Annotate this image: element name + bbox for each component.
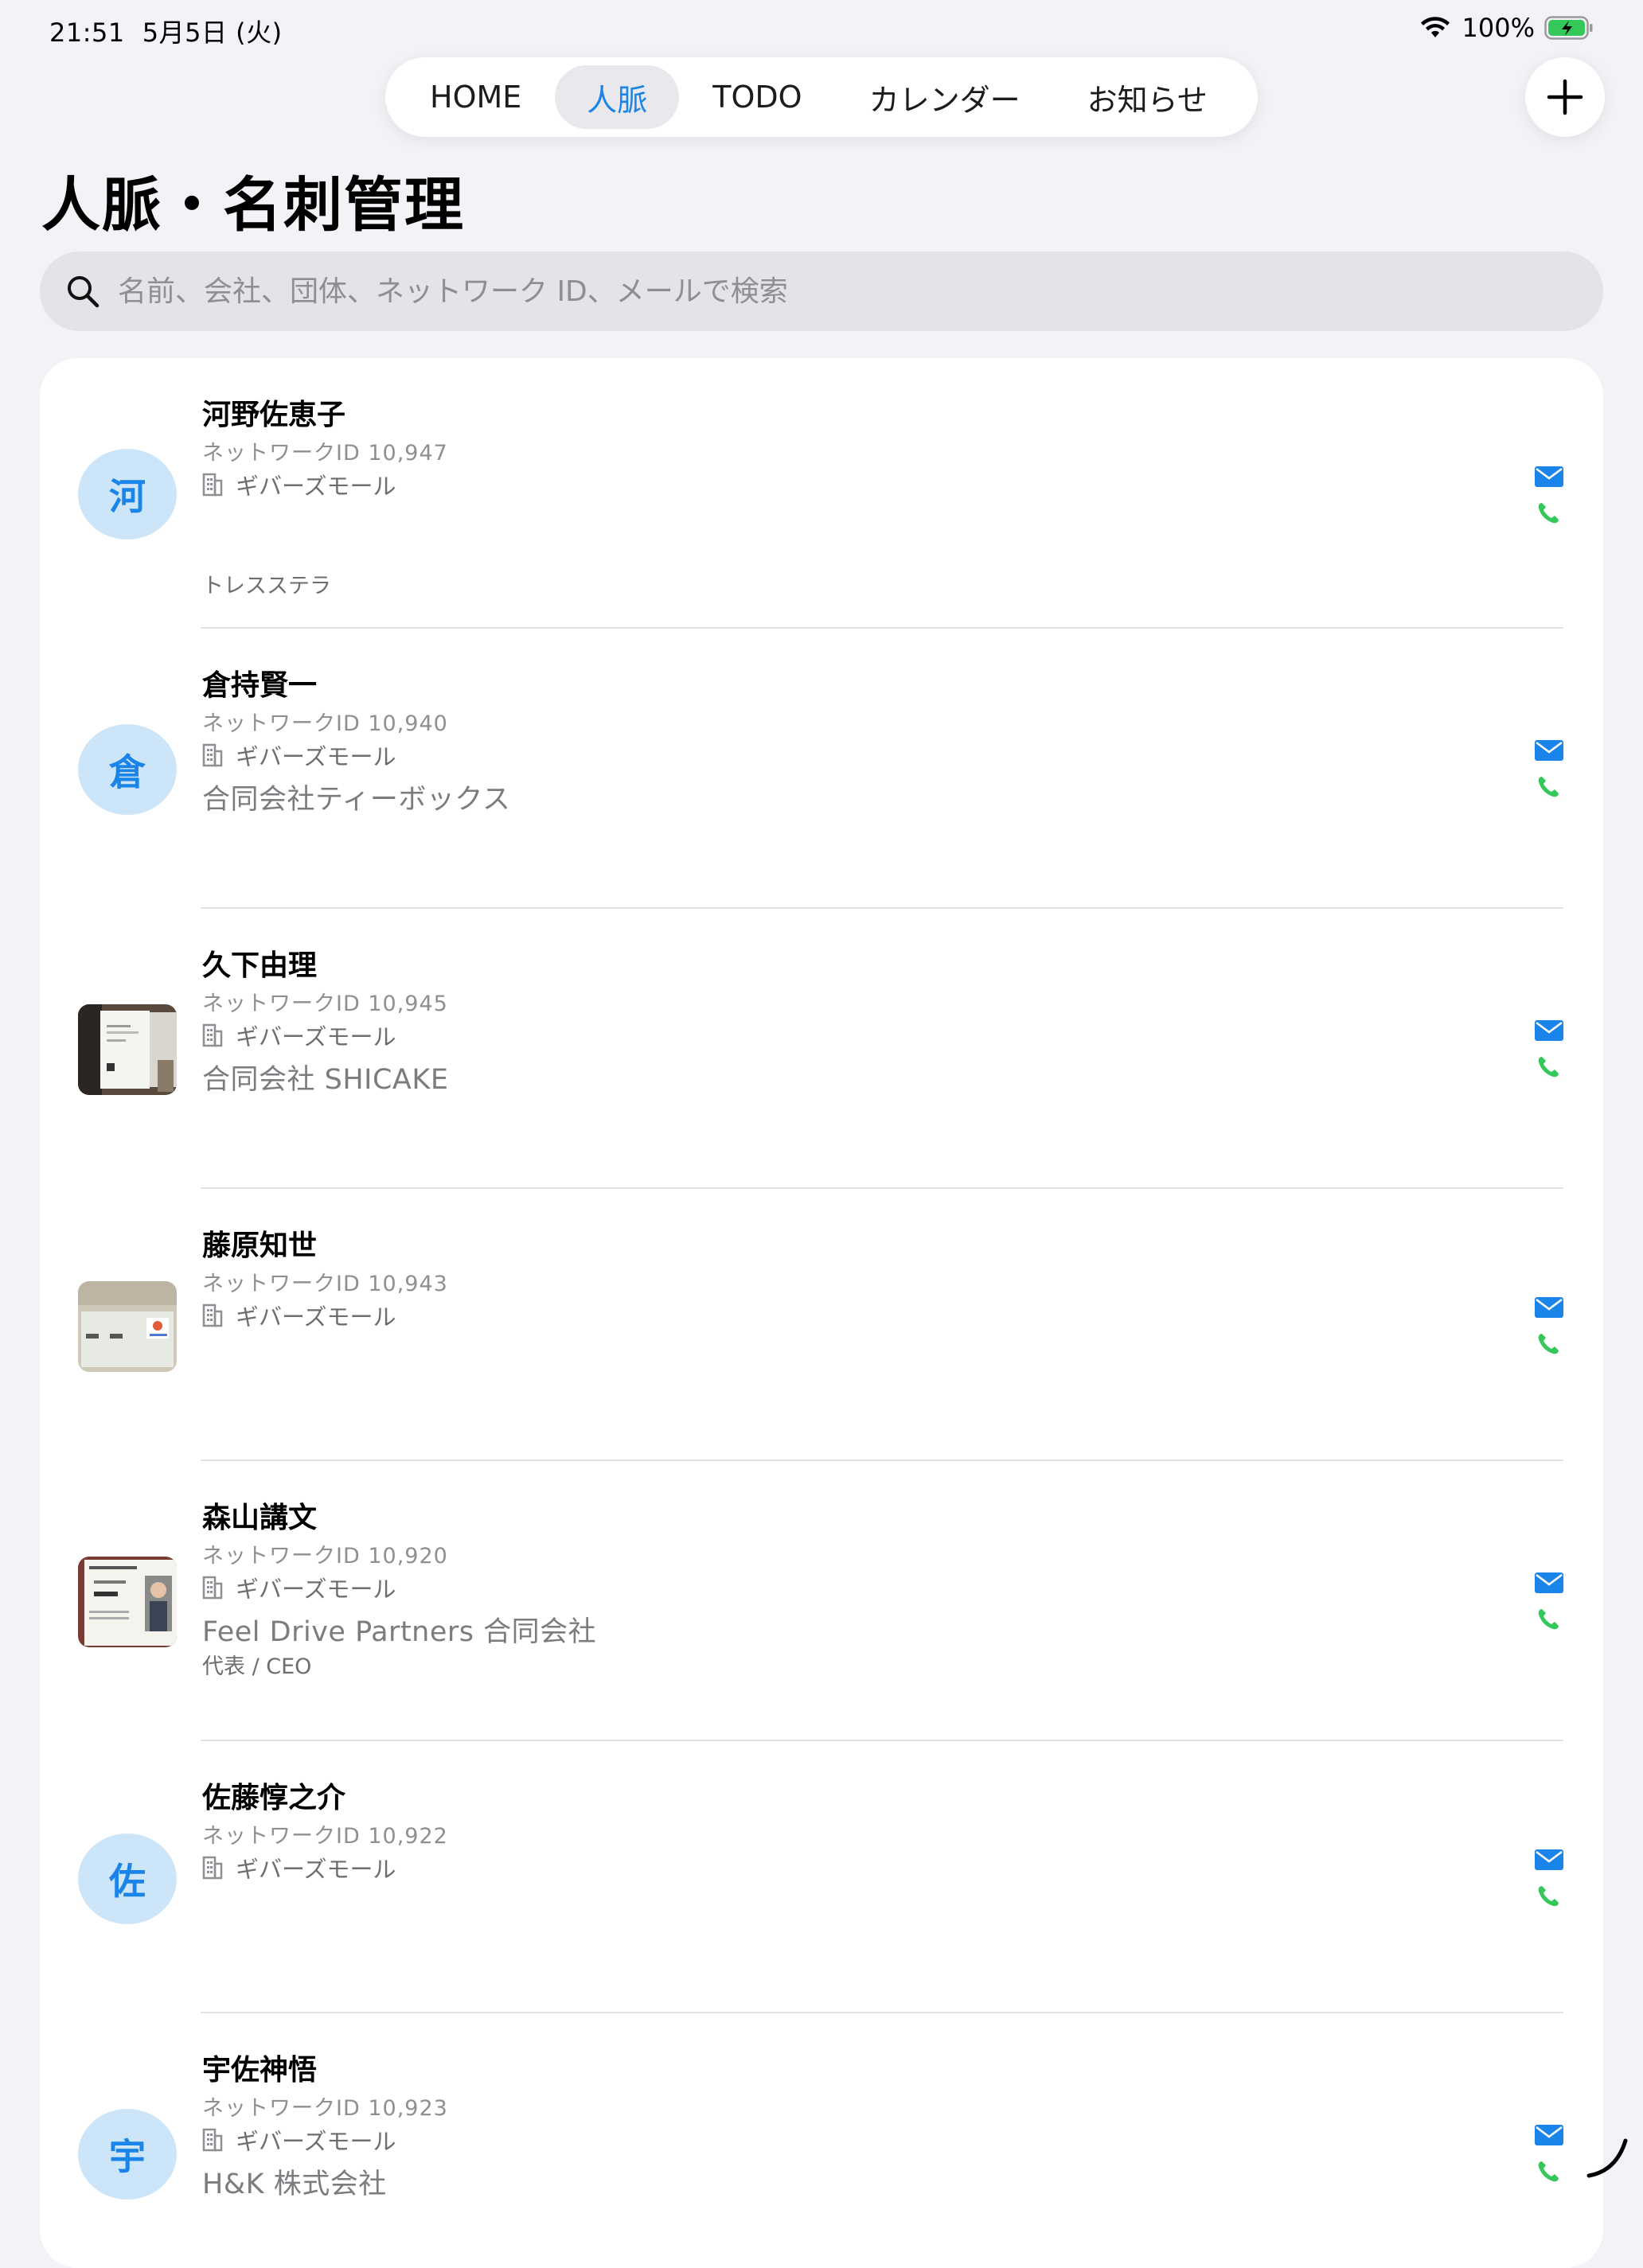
contact-org-label: ギバーズモール — [236, 1304, 396, 1331]
contact-org-label: ギバーズモール — [236, 1576, 396, 1603]
contact-row[interactable]: 河野佐恵子 ネットワークID 10,947 ギバーズモール 河 トレスステラ — [40, 358, 1603, 629]
business-card-photo — [78, 1557, 177, 1647]
contact-name: 河野佐恵子 — [202, 399, 346, 431]
tab-calendar[interactable]: カレンダー — [836, 65, 1054, 129]
contact-note: 代表 / CEO — [202, 1654, 312, 1679]
contact-org: ギバーズモール — [202, 1019, 396, 1052]
contact-row[interactable]: 倉持賢一 ネットワークID 10,940 ギバーズモール 合同会社ティーボックス… — [40, 629, 1603, 909]
phone-icon[interactable] — [1536, 1884, 1560, 1908]
tab-notifications[interactable]: お知らせ — [1054, 65, 1241, 129]
contact-row[interactable]: 藤原知世 ネットワークID 10,943 ギバーズモール — [40, 1189, 1603, 1461]
search-bar[interactable] — [40, 251, 1603, 331]
tab-network[interactable]: 人脈 — [555, 65, 680, 129]
contact-org: ギバーズモール — [202, 2123, 396, 2157]
status-time: 21:51 — [49, 18, 125, 48]
contact-org-label: ギバーズモール — [236, 473, 396, 500]
business-card-photo — [78, 1281, 177, 1372]
tab-home[interactable]: HOME — [396, 65, 555, 129]
mail-icon[interactable] — [1535, 740, 1563, 761]
phone-icon[interactable] — [1536, 501, 1560, 525]
contact-name: 久下由理 — [202, 949, 318, 982]
wifi-icon — [1420, 17, 1450, 37]
contact-org: ギバーズモール — [202, 1299, 396, 1332]
plus-icon — [1547, 79, 1583, 115]
phone-icon[interactable] — [1536, 775, 1560, 799]
contact-org-label: ギバーズモール — [236, 743, 396, 770]
contact-name: 藤原知世 — [202, 1229, 318, 1262]
building-icon — [202, 2128, 223, 2152]
contact-row[interactable]: 佐藤惇之介 ネットワークID 10,922 ギバーズモール 佐 — [40, 1741, 1603, 2013]
mail-icon[interactable] — [1535, 1849, 1563, 1870]
contact-row[interactable]: 宇佐神悟 ネットワークID 10,923 ギバーズモール H&K 株式会社 宇 — [40, 2013, 1603, 2268]
phone-icon[interactable] — [1536, 1055, 1560, 1079]
mail-icon[interactable] — [1535, 2125, 1563, 2145]
contact-network-id: ネットワークID 10,922 — [202, 1824, 448, 1849]
phone-icon[interactable] — [1536, 1332, 1560, 1356]
contact-network-id: ネットワークID 10,943 — [202, 1272, 448, 1296]
contact-org-label: ギバーズモール — [236, 2128, 396, 2155]
building-icon — [202, 1023, 223, 1047]
contact-name: 倉持賢一 — [202, 669, 318, 702]
business-card-photo — [78, 1004, 177, 1095]
contact-org: ギバーズモール — [202, 1571, 396, 1604]
phone-icon[interactable] — [1536, 2160, 1560, 2184]
contact-name: 宇佐神悟 — [202, 2054, 318, 2087]
contact-org: ギバーズモール — [202, 738, 396, 772]
search-icon — [68, 276, 100, 308]
contact-name: 佐藤惇之介 — [202, 1782, 346, 1814]
avatar: 佐 — [78, 1833, 177, 1924]
mail-icon[interactable] — [1535, 1297, 1563, 1318]
building-icon — [202, 473, 223, 497]
contact-company: H&K 株式会社 — [202, 2169, 387, 2200]
status-right: 100% — [1419, 13, 1594, 43]
contact-note: トレスステラ — [202, 574, 331, 598]
avatar: 宇 — [78, 2109, 177, 2200]
status-date: 5月5日 (火) — [142, 18, 283, 48]
contact-company: 合同会社 SHICAKE — [202, 1064, 449, 1096]
contact-network-id: ネットワークID 10,945 — [202, 992, 448, 1016]
contact-network-id: ネットワークID 10,920 — [202, 1544, 448, 1569]
tab-todo[interactable]: TODO — [679, 65, 835, 129]
search-input[interactable] — [116, 274, 1552, 309]
contact-network-id: ネットワークID 10,923 — [202, 2096, 448, 2121]
contact-row[interactable]: 森山講文 ネットワークID 10,920 ギバーズモール Feel Drive … — [40, 1461, 1603, 1741]
building-icon — [202, 1856, 223, 1880]
contact-network-id: ネットワークID 10,940 — [202, 711, 448, 736]
scroll-indicator-icon — [1586, 2138, 1628, 2178]
contact-org-label: ギバーズモール — [236, 1856, 396, 1883]
contact-org-label: ギバーズモール — [236, 1023, 396, 1050]
contact-list: 河野佐恵子 ネットワークID 10,947 ギバーズモール 河 トレスステラ 倉… — [40, 358, 1603, 2268]
mail-icon[interactable] — [1535, 1572, 1563, 1593]
building-icon — [202, 1304, 223, 1327]
avatar: 倉 — [78, 724, 177, 815]
contact-org: ギバーズモール — [202, 468, 396, 501]
contact-network-id: ネットワークID 10,947 — [202, 441, 448, 466]
page-title: 人脈・名刺管理 — [41, 171, 465, 240]
status-bar: 21:51 5月5日 (火) 100% — [0, 0, 1643, 57]
battery-charging-icon — [1544, 16, 1593, 40]
contact-company: Feel Drive Partners 合同会社 — [202, 1616, 597, 1648]
contact-company: 合同会社ティーボックス — [202, 784, 511, 816]
add-button[interactable] — [1525, 57, 1605, 137]
mail-icon[interactable] — [1535, 466, 1563, 487]
contact-row[interactable]: 久下由理 ネットワークID 10,945 ギバーズモール 合同会社 SHICAK… — [40, 909, 1603, 1189]
avatar: 河 — [78, 449, 177, 540]
top-tab-bar: HOME 人脈 TODO カレンダー お知らせ — [385, 57, 1258, 137]
building-icon — [202, 743, 223, 767]
status-time-date: 21:51 5月5日 (火) — [49, 13, 300, 49]
phone-icon[interactable] — [1536, 1607, 1560, 1631]
contact-name: 森山講文 — [202, 1502, 318, 1534]
contact-org: ギバーズモール — [202, 1851, 396, 1884]
building-icon — [202, 1576, 223, 1600]
mail-icon[interactable] — [1535, 1020, 1563, 1041]
battery-percent: 100% — [1462, 13, 1535, 43]
